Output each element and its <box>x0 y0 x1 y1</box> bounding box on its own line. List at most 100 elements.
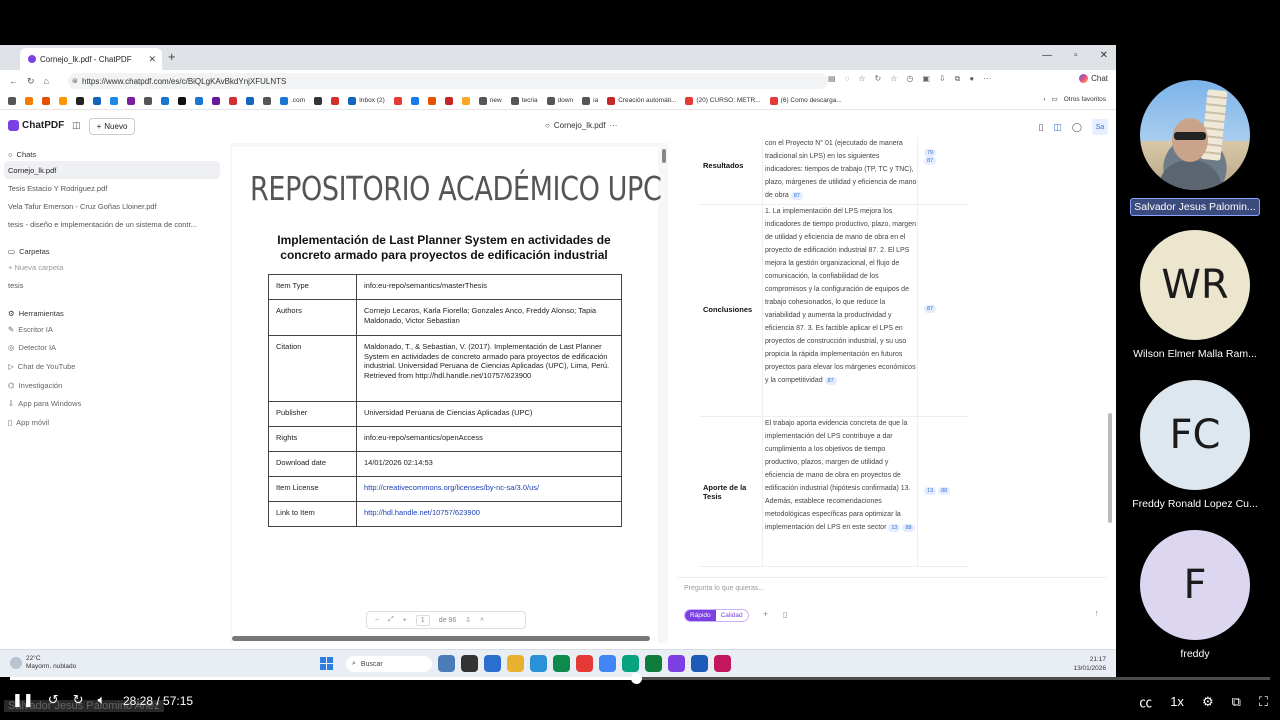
home-icon[interactable]: ⌂ <box>44 76 49 86</box>
chevron-right-icon[interactable]: › <box>1043 96 1045 103</box>
minimize-icon[interactable]: — <box>1042 50 1052 61</box>
citation-chip[interactable]: 88 <box>902 524 915 532</box>
chat-scrollbar[interactable] <box>1108 413 1112 523</box>
pdf-horizontal-scrollbar[interactable] <box>232 636 650 641</box>
profile-icon[interactable]: ● <box>969 74 974 84</box>
participant-tile[interactable]: FC Freddy Ronald Lopez Cu... <box>1125 380 1265 510</box>
chatpdf-logo[interactable]: ChatPDF <box>8 120 64 131</box>
mode-quality-button[interactable]: Calidad <box>716 610 748 621</box>
sidebar-folder-item[interactable]: tesis <box>0 276 214 294</box>
sidebar-tool-item[interactable]: ◎ Detector IA <box>0 339 226 358</box>
metadata-link[interactable]: http://hdl.handle.net/10757/623900 <box>364 508 480 517</box>
bookmark-item[interactable] <box>331 96 340 105</box>
video-progress-bar[interactable] <box>10 673 1270 684</box>
citation-chip[interactable]: 87 <box>790 192 803 200</box>
bookmark-item[interactable] <box>444 96 453 105</box>
zoom-in-icon[interactable]: + <box>403 617 407 624</box>
sidebar-tool-item[interactable]: ⌬ Investigación <box>0 376 226 395</box>
bookmark-item[interactable] <box>229 96 237 105</box>
bookmark-item[interactable] <box>246 96 254 105</box>
bookmark-item[interactable] <box>393 96 402 105</box>
reload-icon[interactable]: ↻ <box>27 76 35 87</box>
bookmark-item[interactable] <box>161 96 169 105</box>
taskbar-app-icon[interactable] <box>645 655 662 672</box>
bookmark-item[interactable] <box>8 96 16 105</box>
browser-tab[interactable]: Cornejo_lk.pdf - ChatPDF ✕ <box>20 48 162 70</box>
citation-chip[interactable]: 13 <box>888 524 901 532</box>
bookmark-item[interactable] <box>93 96 101 105</box>
reference-chip[interactable]: 13 <box>924 487 937 495</box>
reference-chip[interactable]: 88 <box>938 487 951 495</box>
split-view-icon[interactable]: ◫ <box>1053 122 1062 133</box>
speed-button[interactable]: 1x <box>1170 694 1184 709</box>
history-icon[interactable]: ◷ <box>906 74 913 84</box>
sidebar-tool-item[interactable]: ✎ Escritor IA <box>0 320 226 339</box>
bookmark-item[interactable] <box>110 96 118 105</box>
sidebar-chat-item[interactable]: Vela Tafur Emerson - Cruz Goñas Lloiner.… <box>0 197 214 215</box>
bookmark-item[interactable] <box>410 96 419 105</box>
taskbar-app-icon[interactable] <box>553 655 570 672</box>
bookmark-item[interactable] <box>42 96 50 105</box>
captions-icon[interactable]: ㏄ <box>1139 692 1152 711</box>
bookmark-item[interactable] <box>25 96 33 105</box>
pdf-viewer[interactable]: REPOSITORIO ACADÉMICO UPC Implementación… <box>230 143 668 643</box>
close-window-icon[interactable]: ✕ <box>1100 50 1108 61</box>
bookmark-item[interactable] <box>427 96 436 105</box>
send-icon[interactable]: ↑ <box>1095 608 1100 618</box>
fullscreen-icon[interactable]: ⛶ <box>1259 694 1268 710</box>
metadata-link[interactable]: http://creativecommons.org/licenses/by-n… <box>364 483 539 492</box>
bookmark-item[interactable]: .com <box>280 96 305 105</box>
rewind-10-icon[interactable]: ↺ <box>48 692 59 708</box>
taskbar-app-icon[interactable] <box>599 655 616 672</box>
mode-fast-button[interactable]: Rápido <box>685 610 716 621</box>
downloads-icon[interactable]: ⇩ <box>939 74 946 84</box>
new-chat-button[interactable]: + Nuevo <box>89 118 135 135</box>
reader-icon[interactable]: ▤ <box>828 74 836 84</box>
taskbar-app-icon[interactable] <box>691 655 708 672</box>
page-number-input[interactable]: 1 <box>415 614 430 626</box>
new-tab-icon[interactable]: + <box>168 49 176 64</box>
participant-tile[interactable]: WR Wilson Elmer Malla Ram... <box>1125 230 1265 360</box>
sidebar-tool-item[interactable]: ⇩ App para Windows <box>0 394 226 413</box>
reference-chip[interactable]: 87 <box>924 305 937 313</box>
reference-chip[interactable]: 87 <box>924 157 937 165</box>
add-icon[interactable]: + <box>763 609 768 619</box>
bookmark-item[interactable] <box>144 96 152 105</box>
maximize-icon[interactable]: ▫ <box>1074 50 1078 61</box>
close-tab-icon[interactable]: ✕ <box>148 54 156 65</box>
site-info-icon[interactable]: ⊜ <box>72 77 78 85</box>
sidebar-tool-item[interactable]: ▯ App móvil <box>0 413 226 432</box>
document-view-icon[interactable]: ▯ <box>1038 122 1043 133</box>
favorites-icon[interactable]: ☆ <box>890 74 897 84</box>
bookmark-item[interactable]: tecria <box>510 96 538 105</box>
more-icon[interactable]: ⋯ <box>983 74 991 84</box>
system-clock[interactable]: 21:17 13/01/2026 <box>1073 655 1106 673</box>
volume-icon[interactable]: 🔈︎ <box>98 692 106 708</box>
bookmark-star-icon[interactable]: ☆ <box>858 74 865 84</box>
bookmark-item[interactable] <box>461 96 470 105</box>
document-title[interactable]: ○ Cornejo_lk.pdf ··· <box>545 121 617 130</box>
download-icon[interactable]: ⇩ <box>465 616 471 624</box>
settings-gear-icon[interactable]: ⚙ <box>1202 694 1214 710</box>
bookmark-item[interactable] <box>263 96 271 105</box>
pause-icon[interactable]: ❚❚ <box>12 692 34 708</box>
sidebar-chat-item[interactable]: Cornejo_lk.pdf <box>4 161 220 179</box>
extension-icon[interactable]: ◌ <box>845 74 850 84</box>
participant-tile[interactable]: Salvador Jesus Palomin... <box>1125 80 1265 221</box>
bookmark-item[interactable]: ia <box>582 96 598 105</box>
bookmark-item[interactable] <box>195 96 203 105</box>
taskbar-app-icon[interactable] <box>668 655 685 672</box>
bookmark-item[interactable] <box>212 96 220 105</box>
bookmark-item[interactable]: down <box>546 96 573 105</box>
reference-chip[interactable]: 79 <box>924 149 937 157</box>
taskbar-app-icon[interactable] <box>714 655 731 672</box>
taskbar-app-icon[interactable] <box>622 655 639 672</box>
pdf-vertical-scrollbar[interactable] <box>662 149 666 163</box>
citation-chip[interactable]: 87 <box>824 377 837 385</box>
taskbar-app-icon[interactable] <box>438 655 455 672</box>
bookmark-item[interactable] <box>314 96 323 105</box>
bookmark-item[interactable]: Inbox (2) <box>348 96 385 105</box>
back-icon[interactable]: ← <box>9 76 18 86</box>
bookmark-item[interactable] <box>76 96 84 105</box>
taskbar-search[interactable]: ⌕ Buscar <box>346 656 432 672</box>
